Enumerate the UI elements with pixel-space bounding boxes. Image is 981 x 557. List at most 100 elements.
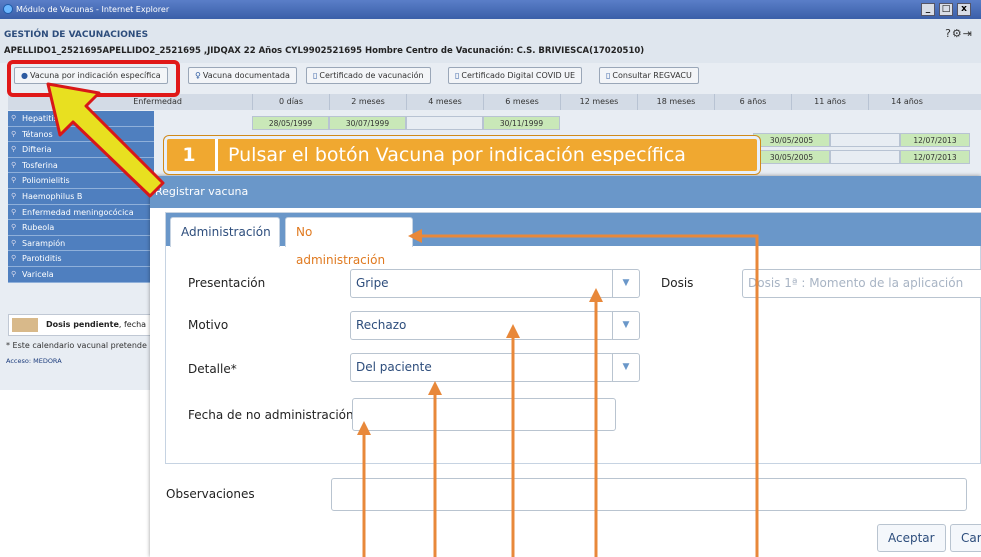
col-header: 14 años (868, 94, 945, 110)
close-button[interactable]: x (957, 3, 971, 16)
dosis-select[interactable]: Dosis 1ª : Momento de la aplicación (742, 269, 981, 298)
disease-label: Sarampión (22, 238, 66, 248)
highlight-frame (7, 60, 180, 97)
tab-administracion[interactable]: Administración (170, 217, 280, 247)
disease-label: Tétanos (22, 129, 53, 139)
col-header: 6 meses (483, 94, 560, 110)
legend-bold: Dosis pendiente (46, 320, 119, 329)
maximize-button[interactable]: □ (939, 3, 953, 16)
minimize-button[interactable]: _ (921, 3, 935, 16)
consultar-regvacu-button[interactable]: ▯ Consultar REGVACU (599, 67, 699, 84)
search-icon: ⚲ (11, 129, 17, 138)
tab-no-administracion[interactable]: No administración (285, 217, 413, 267)
certificado-vacunacion-label: Certificado de vacunación (319, 71, 424, 80)
disease-item[interactable]: ⚲ Sarampión (8, 235, 154, 252)
certificado-vacunacion-button[interactable]: ▯ Certificado de vacunación (306, 67, 431, 84)
legend-text: Dosis pendiente, fecha (46, 320, 146, 329)
col-header: 6 años (714, 94, 791, 110)
disease-label: Enfermedad meningocócica (22, 207, 134, 217)
callout-text: Pulsar el botón Vacuna por indicación es… (228, 144, 686, 166)
vacuna-documentada-button[interactable]: ♀ Vacuna documentada (188, 67, 297, 84)
header-icons[interactable]: ?⚙⇥ (945, 27, 973, 40)
disease-label: Tosferina (22, 160, 58, 170)
cancelar-button[interactable]: Car (950, 524, 981, 552)
document-icon: ▯ (455, 71, 460, 80)
observaciones-label: Observaciones (166, 487, 255, 501)
window-title: Módulo de Vacunas - Internet Explorer (16, 5, 170, 14)
fecha-no-administracion-input[interactable] (352, 398, 616, 431)
detalle-select[interactable]: Del paciente (350, 353, 614, 382)
observaciones-input[interactable] (331, 478, 967, 511)
table-cell[interactable] (830, 150, 900, 164)
motivo-select[interactable]: Rechazo (350, 311, 614, 340)
presentacion-label: Presentación (188, 276, 266, 290)
search-icon: ⚲ (11, 145, 17, 154)
search-icon: ⚲ (11, 238, 17, 247)
pin-icon: ♀ (195, 71, 201, 80)
disease-label: Poliomielitis (22, 176, 70, 186)
legend-swatch (12, 318, 38, 332)
disease-label: Rubeola (22, 223, 55, 233)
consultar-regvacu-label: Consultar REGVACU (612, 71, 692, 80)
certificado-covid-button[interactable]: ▯ Certificado Digital COVID UE (448, 67, 583, 84)
table-cell[interactable]: 30/11/1999 (483, 116, 560, 130)
patient-info: APELLIDO1_2521695APELLIDO2_2521695 ,JIDQ… (4, 46, 645, 56)
disease-list: ⚲ Hepatitis B ⚲ Tétanos ⚲ Difteria ⚲ Tosferi… (8, 111, 154, 283)
window-titlebar: Módulo de Vacunas - Internet Explorer _ … (0, 0, 981, 19)
detalle-label: Detalle* (188, 362, 237, 376)
vacuna-documentada-label: Vacuna documentada (202, 71, 290, 80)
aceptar-button[interactable]: Aceptar (877, 524, 946, 552)
disease-item[interactable]: ⚲ Rubeola (8, 220, 154, 236)
search-icon: ⚲ (11, 191, 17, 200)
search-icon: ⚲ (11, 114, 17, 122)
table-cell[interactable]: 12/07/2013 (900, 133, 970, 147)
table-cell[interactable]: 30/05/2005 (753, 150, 830, 164)
disease-label: Hepatitis B (22, 114, 66, 123)
presentacion-select[interactable]: Gripe (350, 269, 614, 298)
certificado-covid-label: Certificado Digital COVID UE (461, 71, 576, 80)
search-icon: ⚲ (11, 160, 17, 169)
app-header (0, 19, 981, 63)
dosis-label: Dosis (661, 276, 694, 290)
internet-explorer-icon (3, 4, 13, 14)
col-header: 0 días (252, 94, 329, 110)
search-icon: ⚲ (11, 269, 17, 278)
table-cell[interactable]: 28/05/1999 (252, 116, 329, 130)
document-icon: ▯ (313, 71, 318, 80)
disease-item[interactable]: ⚲ Tosferina (8, 157, 154, 174)
motivo-label: Motivo (188, 318, 229, 332)
callout-divider (215, 139, 218, 171)
table-cell[interactable] (406, 116, 483, 130)
disease-label: Difteria (22, 145, 52, 155)
chevron-down-icon[interactable]: ▼ (612, 311, 640, 340)
callout-step-number: 1 (182, 144, 196, 166)
disease-item[interactable]: ⚲ Varicela (8, 266, 154, 283)
disease-label: Parotiditis (22, 254, 62, 264)
table-cell[interactable]: 12/07/2013 (900, 150, 970, 164)
disease-item[interactable]: ⚲ Hepatitis B (8, 111, 154, 127)
document-icon: ▯ (606, 71, 611, 80)
disease-item[interactable]: ⚲ Parotiditis (8, 251, 154, 267)
app-title: GESTIÓN DE VACUNACIONES (4, 30, 149, 40)
disease-item[interactable]: ⚲ Tétanos (8, 126, 154, 143)
chevron-down-icon[interactable]: ▼ (612, 353, 640, 382)
search-icon: ⚲ (11, 207, 17, 216)
table-cell[interactable] (830, 133, 900, 147)
table-cell[interactable]: 30/05/2005 (753, 133, 830, 147)
fecha-label: Fecha de no administración (188, 408, 354, 422)
disease-item[interactable]: ⚲ Difteria (8, 142, 154, 158)
col-header: 11 años (791, 94, 868, 110)
search-icon: ⚲ (11, 223, 17, 232)
access-info: Acceso: MEDORA (6, 357, 62, 365)
chevron-down-icon[interactable]: ▼ (612, 269, 640, 298)
table-cell[interactable]: 30/07/1999 (329, 116, 406, 130)
disease-label: Haemophilus B (22, 191, 83, 201)
footnote: * Este calendario vacunal pretende (6, 341, 147, 350)
modal-titlebar (150, 176, 981, 208)
disease-item[interactable]: ⚲ Haemophilus B (8, 188, 154, 205)
disease-item[interactable]: ⚲ Enfermedad meningocócica (8, 204, 154, 221)
disease-item[interactable]: ⚲ Poliomielitis (8, 173, 154, 189)
col-header: 2 meses (329, 94, 406, 110)
col-header: 18 meses (637, 94, 714, 110)
col-header: 4 meses (406, 94, 483, 110)
